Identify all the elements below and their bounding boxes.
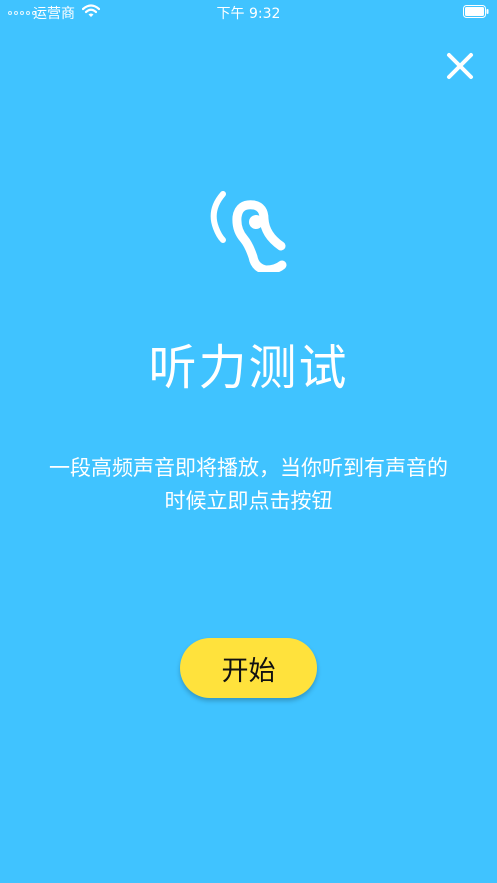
page-title: 听力测试	[148, 340, 349, 396]
close-icon	[447, 53, 473, 79]
status-bar: 运营商 下午 9:32	[0, 0, 497, 24]
instruction-line-2: 时候立即点击按钮	[164, 489, 333, 513]
battery-icon	[463, 5, 489, 18]
status-time: 下午 9:32	[216, 6, 281, 22]
ear-icon	[210, 191, 287, 272]
start-button[interactable]: 开始	[180, 638, 317, 698]
instruction-text: 一段高频声音即将播放，当你听到有声音的 时候立即点击按钮	[10, 452, 487, 518]
close-button[interactable]	[440, 46, 480, 86]
instruction-line-1: 一段高频声音即将播放，当你听到有声音的	[49, 456, 448, 480]
